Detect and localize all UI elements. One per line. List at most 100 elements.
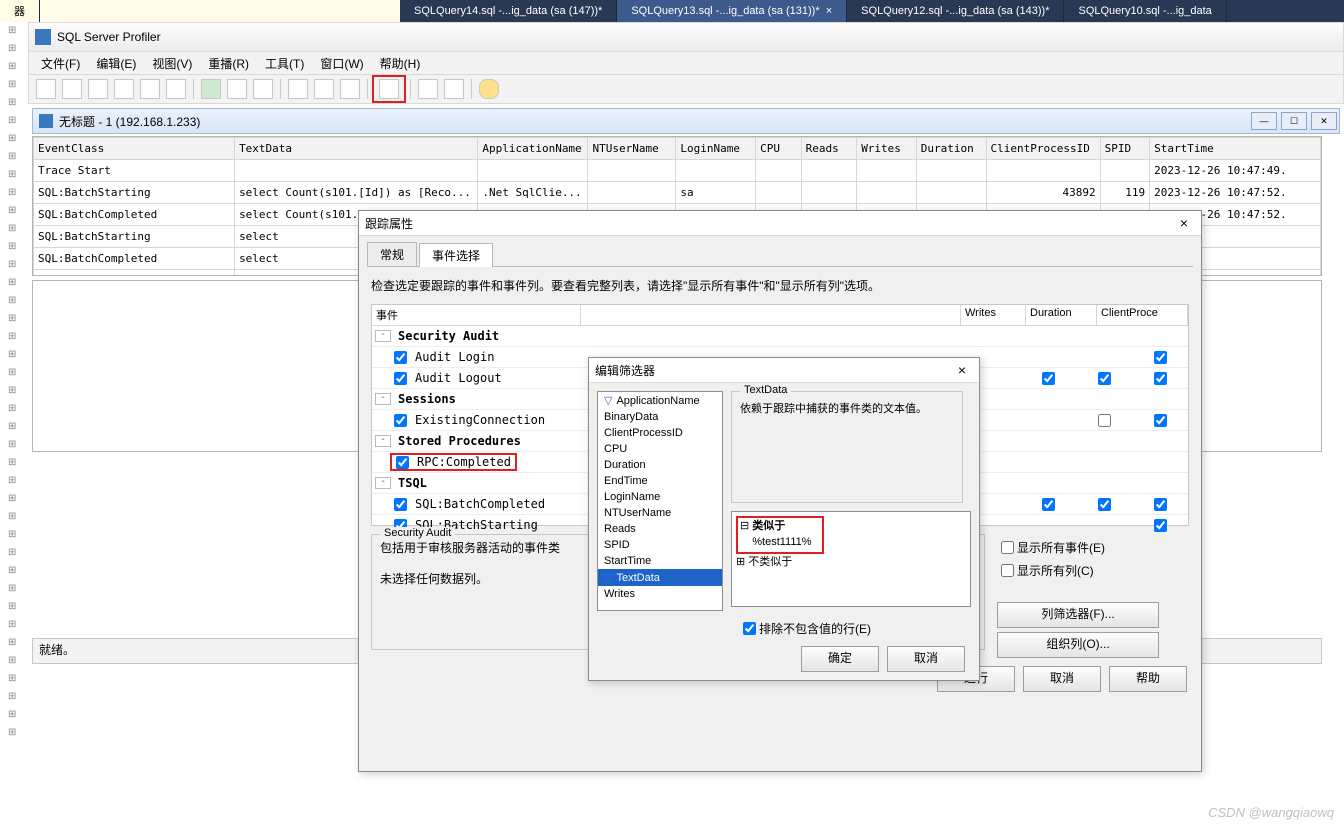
stop-button[interactable] — [253, 79, 273, 99]
list-item[interactable]: ▽TextData — [598, 569, 722, 586]
menu-replay[interactable]: 重播(R) — [200, 55, 257, 72]
list-item[interactable]: ▽ApplicationName — [598, 392, 722, 409]
col-applicationname[interactable]: ApplicationName — [478, 138, 588, 160]
col-reads[interactable]: Reads — [801, 138, 857, 160]
chk-exclude-no-value[interactable] — [743, 622, 756, 635]
ok-button[interactable]: 确定 — [801, 646, 879, 672]
doc-icon — [39, 114, 53, 128]
col-cpu[interactable]: CPU — [756, 138, 801, 160]
chk-audit-login[interactable] — [394, 351, 407, 364]
tool-button[interactable] — [340, 79, 360, 99]
list-item[interactable]: Writes — [598, 586, 722, 602]
list-item[interactable]: BinaryData — [598, 409, 722, 425]
trace-properties-button[interactable] — [379, 79, 399, 99]
chk-show-all-cols[interactable] — [1001, 564, 1014, 577]
col-textdata[interactable]: TextData — [235, 138, 478, 160]
minimize-icon[interactable]: — — [1251, 112, 1277, 130]
list-item[interactable]: LoginName — [598, 489, 722, 505]
save-button[interactable] — [88, 79, 108, 99]
dialog-tabs: 常规 事件选择 — [367, 242, 1193, 267]
desc-text: 依赖于跟踪中捕获的事件类的文本值。 — [732, 392, 962, 424]
col-loginname[interactable]: LoginName — [676, 138, 756, 160]
cat-security-audit[interactable]: Security Audit — [394, 329, 499, 343]
chk-audit-logout[interactable] — [394, 372, 407, 385]
tab-events[interactable]: 事件选择 — [419, 243, 493, 267]
list-item[interactable]: EndTime — [598, 473, 722, 489]
close-icon[interactable]: × — [1173, 215, 1195, 231]
dialog-title: 跟踪属性 — [365, 215, 413, 232]
app-icon — [35, 29, 51, 45]
col-clientprocessid[interactable]: ClientProcessID — [986, 138, 1100, 160]
new-trace-button[interactable] — [36, 79, 56, 99]
filter-tree[interactable]: ⊟ 类似于 %test1111% ⊞ 不类似于 — [731, 511, 971, 607]
chk-existing-conn[interactable] — [394, 414, 407, 427]
list-item[interactable]: Duration — [598, 457, 722, 473]
table-row[interactable]: SQL:BatchStartingselect Count(s101.[Id])… — [34, 182, 1321, 204]
col-duration[interactable]: Duration — [916, 138, 986, 160]
ide-tab[interactable]: SQLQuery12.sql -...ig_data (sa (143))* — [847, 0, 1064, 22]
col-spid[interactable]: SPID — [1100, 138, 1150, 160]
col-writes: Writes — [961, 305, 1026, 325]
menu-edit[interactable]: 编辑(E) — [88, 55, 144, 72]
toolbar — [28, 75, 1344, 104]
maximize-icon[interactable]: ☐ — [1281, 112, 1307, 130]
menu-tools[interactable]: 工具(T) — [257, 55, 312, 72]
app-titlebar: SQL Server Profiler — [28, 22, 1344, 52]
menubar: 文件(F) 编辑(E) 视图(V) 重播(R) 工具(T) 窗口(W) 帮助(H… — [28, 52, 1344, 75]
open-button[interactable] — [62, 79, 82, 99]
pause-button[interactable] — [227, 79, 247, 99]
doc-titlebar: 无标题 - 1 (192.168.1.233) — ☐ ✕ — [32, 108, 1340, 134]
start-button[interactable] — [201, 79, 221, 99]
tool-button[interactable] — [314, 79, 334, 99]
chk-show-all-events[interactable] — [1001, 541, 1014, 554]
ide-tab[interactable]: SQLQuery10.sql -...ig_data — [1064, 0, 1226, 22]
run-trace-button[interactable] — [166, 79, 186, 99]
cancel-button[interactable]: 取消 — [1023, 666, 1101, 692]
cat-stored-proc[interactable]: Stored Procedures — [394, 434, 521, 448]
template-button[interactable] — [140, 79, 160, 99]
help-button[interactable]: 帮助 — [1109, 666, 1187, 692]
menu-help[interactable]: 帮助(H) — [372, 55, 429, 72]
close-icon[interactable]: × — [951, 362, 973, 378]
tool-button[interactable] — [288, 79, 308, 99]
app-title: SQL Server Profiler — [57, 30, 161, 44]
properties-button[interactable] — [114, 79, 134, 99]
col-duration: Duration — [1026, 305, 1097, 325]
list-item[interactable]: NTUserName — [598, 505, 722, 521]
tab-general[interactable]: 常规 — [367, 242, 417, 266]
menu-file[interactable]: 文件(F) — [33, 55, 88, 72]
ide-tab-active[interactable]: SQLQuery13.sql -...ig_data (sa (131))* × — [617, 0, 847, 22]
column-filter-button[interactable]: 列筛选器(F)... — [997, 602, 1159, 628]
desc-legend: TextData — [740, 384, 791, 396]
chk-batch-completed[interactable] — [394, 498, 407, 511]
dialog-hint: 检查选定要跟踪的事件和事件列。要查看完整列表，请选择"显示所有事件"和"显示所有… — [359, 267, 1201, 304]
col-writes[interactable]: Writes — [857, 138, 917, 160]
cat-tsql[interactable]: TSQL — [394, 476, 427, 490]
help-icon[interactable] — [479, 79, 499, 99]
tool-button[interactable] — [444, 79, 464, 99]
menu-window[interactable]: 窗口(W) — [312, 55, 371, 72]
table-row[interactable]: Trace Start2023-12-26 10:47:49. — [34, 160, 1321, 182]
organize-columns-button[interactable]: 组织列(O)... — [997, 632, 1159, 658]
cancel-button[interactable]: 取消 — [887, 646, 965, 672]
ide-tab-strip: 器 SQLQuery14.sql -...ig_data (sa (147))*… — [0, 0, 1344, 22]
list-item[interactable]: SPID — [598, 537, 722, 553]
group-legend: Security Audit — [380, 527, 455, 539]
find-button[interactable] — [418, 79, 438, 99]
list-item[interactable]: StartTime — [598, 553, 722, 569]
list-item[interactable]: CPU — [598, 441, 722, 457]
col-ntusername[interactable]: NTUserName — [588, 138, 676, 160]
list-item[interactable]: ClientProcessID — [598, 425, 722, 441]
menu-view[interactable]: 视图(V) — [144, 55, 200, 72]
cat-sessions[interactable]: Sessions — [394, 392, 456, 406]
doc-title: 无标题 - 1 (192.168.1.233) — [59, 113, 200, 130]
status-text: 就绪。 — [39, 643, 75, 657]
ide-tab[interactable]: SQLQuery14.sql -...ig_data (sa (147))* — [400, 0, 617, 22]
edit-filter-dialog: 编辑筛选器 × ▽ApplicationNameBinaryDataClient… — [588, 357, 980, 681]
chk-rpc-completed[interactable] — [396, 456, 409, 469]
list-item[interactable]: Reads — [598, 521, 722, 537]
col-starttime[interactable]: StartTime — [1150, 138, 1321, 160]
col-eventclass[interactable]: EventClass — [34, 138, 235, 160]
close-icon[interactable]: ✕ — [1311, 112, 1337, 130]
filter-column-list[interactable]: ▽ApplicationNameBinaryDataClientProcessI… — [597, 391, 723, 611]
